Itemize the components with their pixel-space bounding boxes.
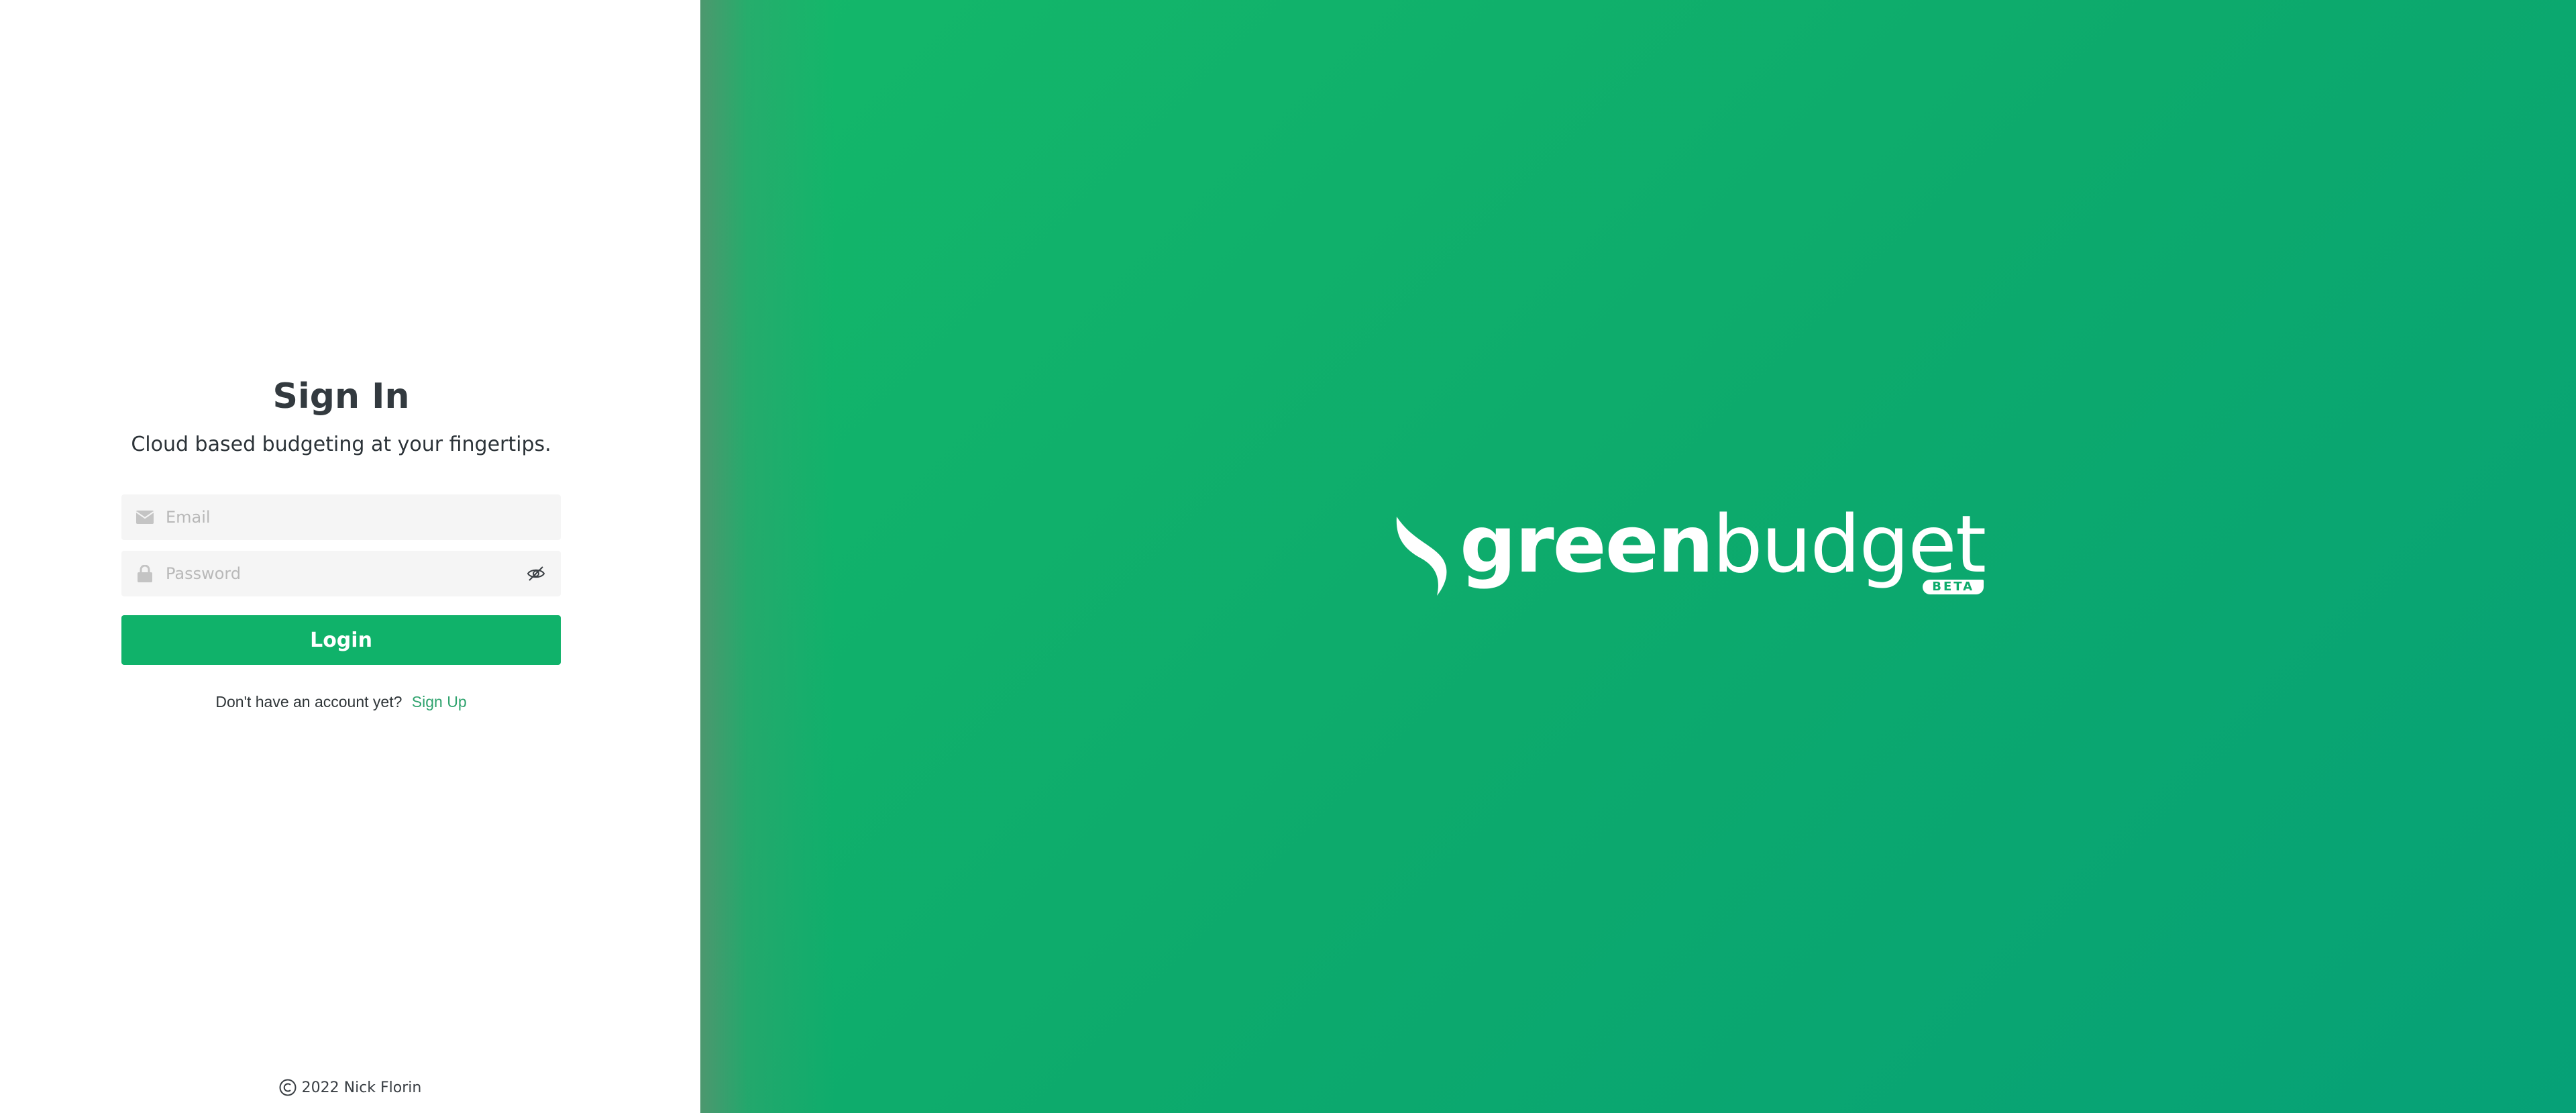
lock-icon bbox=[136, 565, 154, 582]
signin-panel: Sign In Cloud based budgeting at your fi… bbox=[0, 0, 700, 1113]
copyright-icon bbox=[279, 1079, 297, 1096]
footer: 2022 Nick Florin bbox=[0, 1079, 700, 1096]
page-subtitle: Cloud based budgeting at your fingertips… bbox=[131, 433, 551, 456]
login-button[interactable]: Login bbox=[121, 615, 561, 665]
page-title: Sign In bbox=[272, 376, 410, 417]
email-field[interactable] bbox=[121, 494, 561, 541]
panel-edge-shade bbox=[700, 0, 835, 1113]
eye-slash-icon[interactable] bbox=[525, 562, 547, 585]
email-input[interactable] bbox=[164, 494, 561, 541]
brand-logo: green budget BETA bbox=[1394, 498, 1986, 596]
signup-link[interactable]: Sign Up bbox=[412, 693, 467, 710]
copyright-text: 2022 Nick Florin bbox=[301, 1079, 422, 1096]
beta-badge: BETA bbox=[1923, 580, 1984, 594]
brand-name-part1: green bbox=[1460, 498, 1714, 590]
password-input[interactable] bbox=[164, 550, 525, 597]
signin-form: Sign In Cloud based budgeting at your fi… bbox=[121, 372, 561, 711]
brand-wordmark: green budget BETA bbox=[1460, 498, 1986, 594]
envelope-icon bbox=[136, 509, 154, 526]
brand-name-part2: budget bbox=[1712, 498, 1986, 590]
no-account-text: Don't have an account yet? bbox=[215, 693, 402, 710]
password-field[interactable] bbox=[121, 550, 561, 597]
signup-prompt: Don't have an account yet? Sign Up bbox=[121, 693, 561, 711]
page: Sign In Cloud based budgeting at your fi… bbox=[0, 0, 2576, 1113]
leaf-swoosh-icon bbox=[1396, 517, 1447, 596]
brand-panel: green budget BETA bbox=[700, 0, 2576, 1113]
